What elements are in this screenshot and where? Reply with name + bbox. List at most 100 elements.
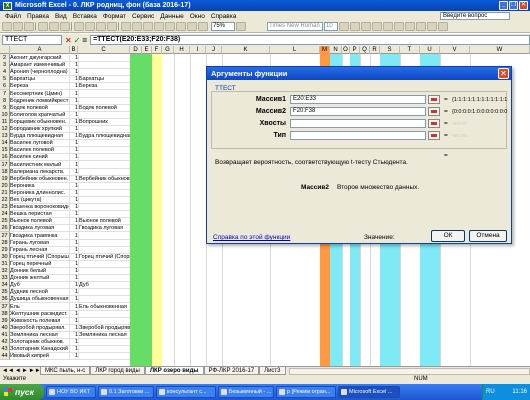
new-file-icon[interactable]	[2, 22, 12, 31]
taskbar-item[interactable]: 0.1 Заготовки ...	[98, 386, 154, 398]
collapse-dialog-icon[interactable]	[428, 119, 440, 128]
cell-flag[interactable]: 1	[70, 352, 78, 361]
sheet-tab[interactable]: РФ-ЛКР 2016-17	[203, 367, 260, 375]
sheet-tab[interactable]: ЛКР город виды	[90, 367, 145, 375]
column-header[interactable]: O	[342, 46, 350, 54]
column-header[interactable]: W	[470, 46, 530, 54]
menu-data[interactable]: Данные	[157, 13, 186, 20]
column-header[interactable]: T	[400, 46, 420, 54]
menu-insert[interactable]: Вставка	[70, 13, 100, 20]
column-header[interactable]: D	[130, 46, 142, 54]
zoom-select[interactable]: 75%	[211, 22, 235, 31]
column-header[interactable]: L	[270, 46, 320, 54]
column-header[interactable]: S	[380, 46, 400, 54]
menu-window[interactable]: Окно	[187, 13, 208, 20]
bold-icon[interactable]	[339, 22, 349, 31]
arg-tails-input[interactable]	[290, 119, 426, 128]
column-header[interactable]: F	[152, 46, 162, 54]
formula-input[interactable]: =ТТЕСТ(E20:E33;F20:F38)	[90, 35, 530, 45]
sheet-tab-active[interactable]: ЛКР озеро виды	[144, 367, 204, 375]
sort-desc-icon[interactable]	[176, 22, 186, 31]
prev-sheet-icon[interactable]: ◄	[15, 368, 21, 374]
column-header[interactable]: U	[420, 46, 440, 54]
help-icon[interactable]	[236, 22, 246, 31]
cell-species-c[interactable]	[78, 352, 130, 361]
spelling-icon[interactable]	[60, 22, 70, 31]
select-all-corner[interactable]	[0, 46, 10, 54]
column-header[interactable]: E	[142, 46, 152, 54]
last-sheet-icon[interactable]: ►►	[29, 368, 41, 374]
menu-help[interactable]: Справка	[208, 13, 240, 20]
column-header[interactable]: J	[206, 46, 222, 54]
collapse-dialog-icon[interactable]	[428, 95, 440, 104]
column-header[interactable]: I	[190, 46, 206, 54]
column-header[interactable]: P	[350, 46, 360, 54]
column-header[interactable]: C	[78, 46, 130, 54]
column-header[interactable]: R	[370, 46, 380, 54]
column-header[interactable]: V	[440, 46, 470, 54]
column-header[interactable]: Q	[360, 46, 370, 54]
format-painter-icon[interactable]	[107, 22, 117, 31]
insert-function-icon[interactable]: =	[82, 36, 87, 45]
copy-icon[interactable]	[85, 22, 95, 31]
ok-button[interactable]: ОК	[431, 230, 465, 242]
menu-format[interactable]: Формат	[100, 13, 129, 20]
undo-icon[interactable]	[121, 22, 131, 31]
font-color-icon[interactable]	[438, 22, 448, 31]
menu-view[interactable]: Вид	[52, 13, 70, 20]
language-indicator[interactable]: RU	[486, 389, 495, 395]
close-window-button[interactable]: ✕	[519, 1, 528, 10]
column-header[interactable]: B	[70, 46, 78, 54]
row-header[interactable]: 44	[0, 352, 10, 361]
open-file-icon[interactable]	[13, 22, 23, 31]
first-sheet-icon[interactable]: ◄◄	[2, 368, 14, 374]
underline-icon[interactable]	[361, 22, 371, 31]
column-header[interactable]: K	[222, 46, 270, 54]
taskbar-item[interactable]: Безымянный - ...	[218, 386, 274, 398]
column-header[interactable]: M	[320, 46, 330, 54]
minimize-button[interactable]: _	[499, 1, 508, 10]
next-sheet-icon[interactable]: ►	[22, 368, 28, 374]
redo-icon[interactable]	[132, 22, 142, 31]
cancel-entry-icon[interactable]: ✕	[65, 36, 72, 45]
fill-color-icon[interactable]	[427, 22, 437, 31]
cell-species[interactable]: Ивовый кипрей	[10, 352, 70, 361]
align-right-icon[interactable]	[394, 22, 404, 31]
start-button[interactable]: пуск	[0, 384, 44, 400]
function-help-link[interactable]: Справка по этой функции	[213, 234, 290, 241]
horizontal-scrollbar[interactable]	[288, 367, 530, 375]
arg-array1-input[interactable]: E20:E33	[290, 95, 426, 104]
dialog-close-button[interactable]: ✕	[498, 68, 509, 79]
font-size-select[interactable]: 10	[324, 22, 338, 31]
column-header[interactable]: A	[10, 46, 70, 54]
font-name-select[interactable]: Times New Roman	[267, 22, 323, 31]
taskbar-item[interactable]: консультант с...	[156, 386, 216, 398]
help-question-box[interactable]: Введите вопрос	[440, 12, 510, 20]
arg-array2-input[interactable]: F20:F38	[290, 107, 426, 116]
chart-wizard-icon[interactable]	[187, 22, 197, 31]
collapse-dialog-icon[interactable]	[428, 107, 440, 116]
menu-tools[interactable]: Сервис	[129, 13, 157, 20]
borders-icon[interactable]	[416, 22, 426, 31]
sheet-tab[interactable]: Лист3	[259, 367, 286, 375]
cut-icon[interactable]	[74, 22, 84, 31]
paste-icon[interactable]	[96, 22, 106, 31]
cancel-button[interactable]: Отмена	[469, 230, 507, 242]
column-header[interactable]: H	[174, 46, 190, 54]
collapse-dialog-icon[interactable]	[428, 131, 440, 140]
arg-type-input[interactable]	[290, 131, 426, 140]
align-left-icon[interactable]	[372, 22, 382, 31]
preview-icon[interactable]	[49, 22, 59, 31]
sheet-tab[interactable]: МКС пыль, н-с	[40, 367, 91, 375]
hyperlink-icon[interactable]	[143, 22, 153, 31]
column-header[interactable]: N	[330, 46, 342, 54]
menu-edit[interactable]: Правка	[24, 13, 52, 20]
sort-asc-icon[interactable]	[165, 22, 175, 31]
column-header[interactable]: G	[162, 46, 174, 54]
taskbar-item-active[interactable]: Microsoft Excel ...	[338, 386, 400, 398]
name-box[interactable]: ТТЕСТ	[2, 35, 62, 45]
save-icon[interactable]	[24, 22, 34, 31]
enter-entry-icon[interactable]: ✓	[74, 36, 81, 45]
taskbar-item[interactable]: р [Режим огран...	[276, 386, 336, 398]
align-center-icon[interactable]	[383, 22, 393, 31]
